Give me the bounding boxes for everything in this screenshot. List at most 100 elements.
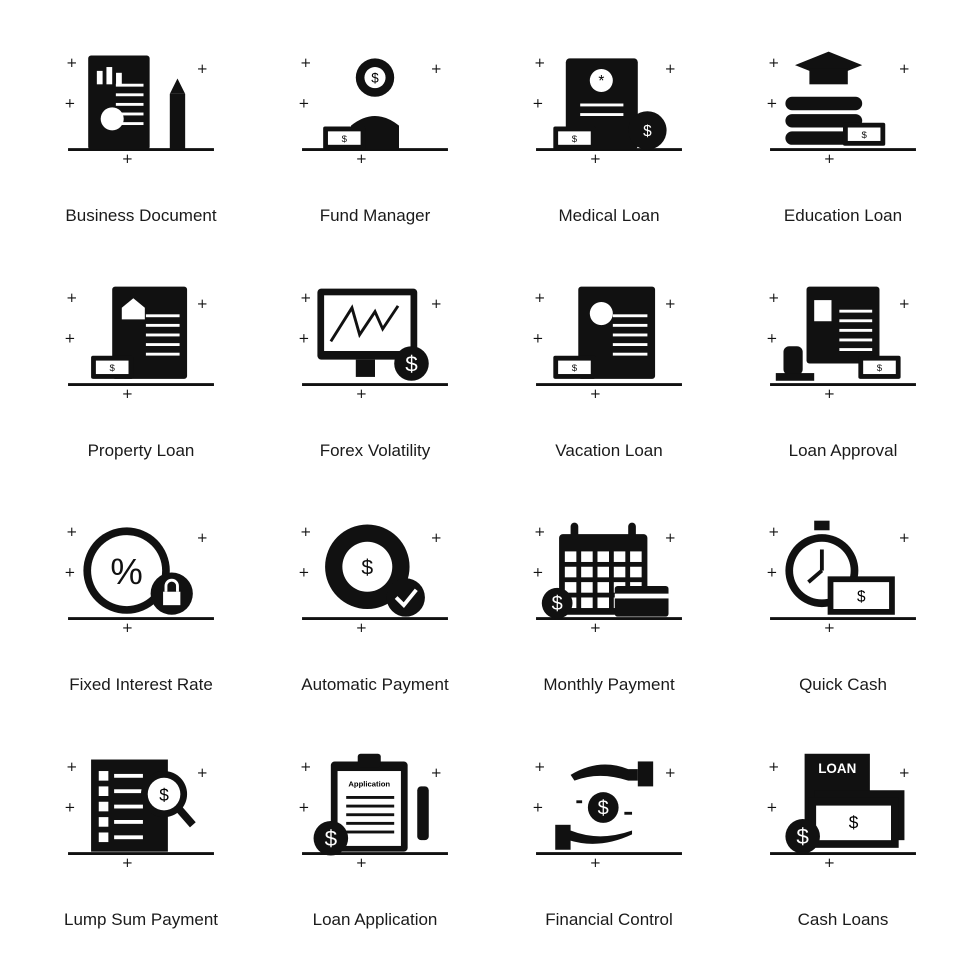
svg-text:+: +	[300, 291, 311, 306]
svg-text:$: $	[643, 123, 652, 140]
icon-label: Forex Volatility	[319, 440, 431, 460]
svg-text:$: $	[572, 134, 578, 145]
icon-label: Quick Cash	[799, 675, 887, 694]
financial-control-icon: + + + + $	[532, 760, 682, 868]
icon-tile: + + + + $ Loan Approval	[726, 275, 960, 510]
svg-text:+: +	[899, 765, 910, 780]
svg-text:+: +	[534, 525, 545, 540]
icon-tile: + + + + Application $ Loan Application	[258, 744, 492, 979]
automatic-payment-icon: + + + + $	[298, 524, 448, 633]
svg-text:+: +	[534, 291, 545, 306]
svg-text:+: +	[824, 152, 835, 164]
icon-label: Fund Manager	[319, 206, 431, 225]
icon-tile: + + + +% Fixed Interest Rate	[24, 509, 258, 744]
svg-text:+: +	[298, 96, 309, 111]
svg-text:+: +	[766, 331, 777, 346]
svg-text:+: +	[766, 800, 777, 815]
svg-text:+: +	[532, 96, 543, 111]
svg-text:+: +	[766, 565, 777, 580]
svg-text:+: +	[824, 621, 835, 633]
svg-text:+: +	[66, 56, 77, 71]
svg-text:+: +	[64, 565, 75, 580]
cash-loans-icon: + + + + LOAN $ $	[766, 753, 916, 868]
icon-label: Vacation Loan	[555, 440, 663, 460]
svg-text:$: $	[110, 363, 116, 374]
icon-tile: + + + + $ Automatic Payment	[258, 509, 492, 744]
forex-volatility-icon: + + + + $	[298, 288, 448, 399]
svg-text:+: +	[665, 765, 676, 780]
monthly-payment-icon: + + + + $	[532, 522, 682, 633]
svg-text:+: +	[665, 296, 676, 311]
svg-text:+: +	[532, 331, 543, 346]
svg-text:+: +	[431, 765, 442, 780]
icon-tile: + + + + $ Education Loan	[726, 40, 960, 275]
svg-text:+: +	[298, 331, 309, 346]
svg-text:+: +	[66, 525, 77, 540]
svg-text:+: +	[590, 621, 601, 633]
icon-label: Medical Loan	[558, 206, 660, 225]
icon-label: Property Loan	[87, 440, 195, 460]
svg-text:+: +	[197, 296, 208, 311]
icon-tile: + + + + $ Forex Volatility	[258, 275, 492, 510]
svg-text:+: +	[66, 760, 77, 775]
svg-text:+: +	[532, 565, 543, 580]
svg-text:+: +	[899, 531, 910, 546]
svg-text:+: +	[534, 760, 545, 775]
svg-text:*: *	[598, 73, 604, 90]
svg-text:+: +	[899, 296, 910, 311]
svg-text:+: +	[66, 291, 77, 306]
svg-text:+: +	[768, 291, 779, 306]
svg-text:+: +	[298, 565, 309, 580]
vacation-loan-icon: + + + + $	[532, 286, 682, 399]
svg-text:$: $	[405, 351, 418, 376]
icon-tile: + + + + $ Vacation Loan	[492, 275, 726, 510]
fixed-interest-rate-icon: + + + +%	[64, 525, 214, 633]
svg-text:+: +	[197, 531, 208, 546]
svg-text:+: +	[64, 331, 75, 346]
svg-text:+: +	[768, 760, 779, 775]
svg-text:+: +	[665, 62, 676, 77]
icon-grid: + + + + Business Document + + + + $ $ Fund Manager +…	[24, 40, 960, 978]
svg-text:+: +	[298, 800, 309, 815]
icon-tile: + + + + * $ $ Medical Loan	[492, 40, 726, 275]
svg-text:+: +	[122, 856, 133, 868]
svg-text:+: +	[899, 62, 910, 77]
svg-text:+: +	[64, 800, 75, 815]
svg-text:$: $	[877, 363, 883, 374]
svg-text:+: +	[122, 152, 133, 164]
icon-tile: + + + + $ $ Fund Manager	[258, 40, 492, 275]
svg-text:+: +	[197, 765, 208, 780]
svg-text:$: $	[796, 824, 809, 849]
svg-text:+: +	[665, 531, 676, 546]
svg-text:%: %	[110, 551, 142, 592]
svg-text:$: $	[861, 130, 867, 141]
svg-text:$: $	[849, 812, 859, 832]
svg-text:+: +	[197, 62, 208, 77]
svg-text:+: +	[356, 856, 367, 868]
icon-tile: + + + + Business Document	[24, 40, 258, 275]
business-document-icon: + + + +	[64, 55, 214, 164]
svg-text:+: +	[300, 760, 311, 775]
icon-tile: + + + + LOAN $ $ Cash Loans	[726, 744, 960, 979]
fund-manager-icon: + + + + $ $	[298, 56, 448, 164]
icon-label: Loan Application	[312, 909, 438, 929]
svg-text:+: +	[64, 96, 75, 111]
svg-text:+: +	[356, 152, 367, 164]
svg-text:$: $	[325, 826, 338, 851]
svg-text:+: +	[300, 525, 311, 540]
medical-loan-icon: + + + + * $ $	[532, 56, 682, 164]
icon-label: Monthly Payment	[543, 675, 675, 694]
svg-text:$: $	[342, 134, 348, 145]
icon-label: Lump Sum Payment	[63, 909, 218, 929]
svg-text:+: +	[590, 856, 601, 868]
svg-text:+: +	[431, 531, 442, 546]
svg-text:+: +	[534, 56, 545, 71]
svg-text:+: +	[300, 56, 311, 71]
svg-text:+: +	[768, 525, 779, 540]
icon-tile: + + + + $ Financial Control	[492, 744, 726, 979]
svg-text:+: +	[356, 387, 367, 399]
icon-label: Financial Control	[545, 909, 673, 929]
svg-text:$: $	[371, 70, 379, 85]
svg-text:$: $	[572, 363, 578, 374]
svg-text:+: +	[431, 62, 442, 77]
